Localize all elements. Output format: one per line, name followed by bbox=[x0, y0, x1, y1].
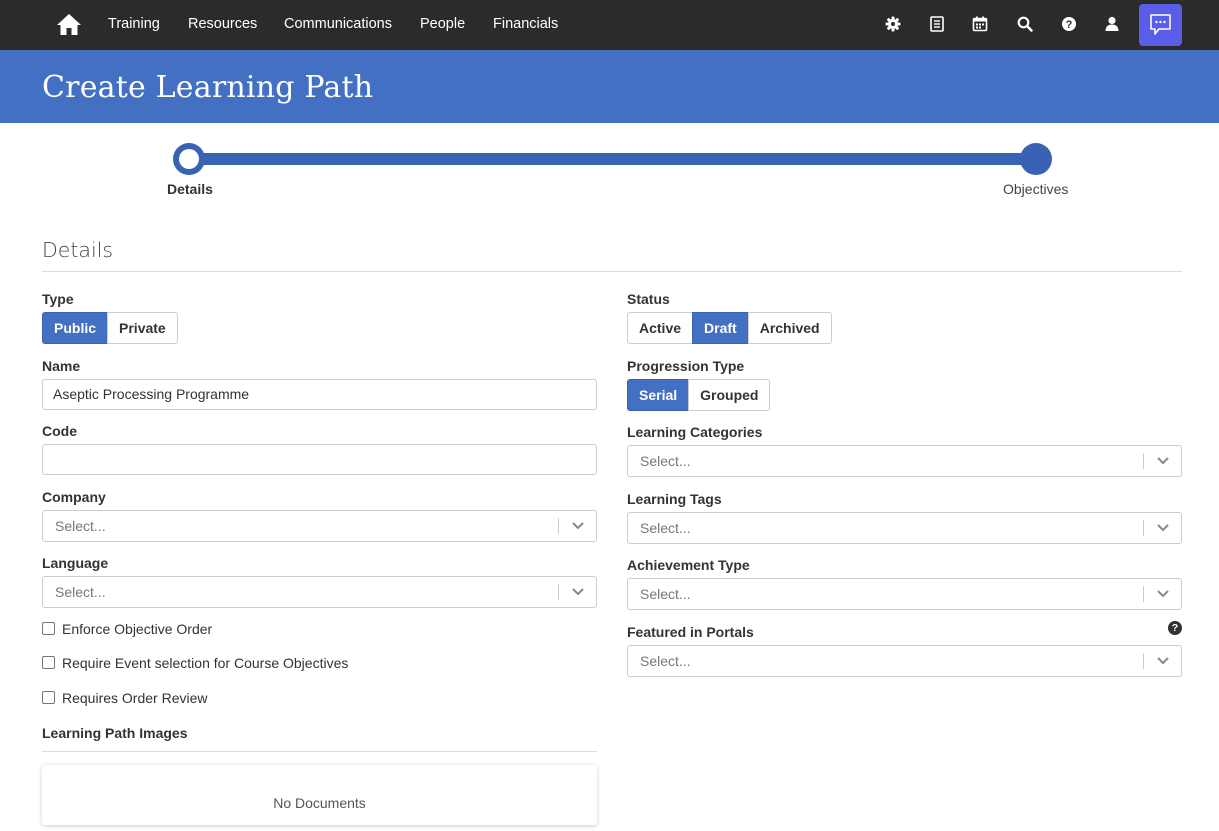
select-separator bbox=[558, 518, 559, 534]
images-label: Learning Path Images bbox=[42, 725, 188, 741]
checkbox-label: Requires Order Review bbox=[62, 690, 208, 706]
learning-categories-select[interactable]: Select... bbox=[627, 445, 1182, 477]
nav-training[interactable]: Training bbox=[108, 16, 160, 32]
achievement-type-select[interactable]: Select... bbox=[627, 578, 1182, 610]
nav-communications[interactable]: Communications bbox=[284, 16, 392, 32]
require-event-selection-checkbox[interactable]: Require Event selection for Course Objec… bbox=[42, 655, 362, 673]
learning-categories-label: Learning Categories bbox=[627, 424, 763, 440]
language-select-placeholder: Select... bbox=[55, 584, 106, 600]
select-separator bbox=[1143, 453, 1144, 469]
no-documents-text: No Documents bbox=[273, 795, 366, 811]
checkbox-box[interactable] bbox=[42, 691, 55, 704]
featured-in-portals-select[interactable]: Select... bbox=[627, 645, 1182, 677]
type-label: Type bbox=[42, 291, 74, 307]
featured-in-portals-label: Featured in Portals bbox=[627, 624, 754, 640]
select-separator bbox=[1143, 586, 1144, 602]
progression-type-label: Progression Type bbox=[627, 358, 745, 374]
section-divider bbox=[42, 271, 1182, 272]
learning-tags-label: Learning Tags bbox=[627, 491, 722, 507]
type-toggle: Public Private bbox=[42, 312, 178, 344]
learning-tags-placeholder: Select... bbox=[640, 520, 691, 536]
help-icon[interactable]: ? bbox=[1060, 15, 1078, 33]
images-divider bbox=[42, 751, 597, 752]
requires-order-review-checkbox[interactable]: Requires Order Review bbox=[42, 690, 262, 708]
company-select[interactable]: Select... bbox=[42, 510, 597, 542]
learning-categories-placeholder: Select... bbox=[640, 453, 691, 469]
name-label: Name bbox=[42, 358, 81, 374]
documents-panel: No Documents bbox=[42, 765, 597, 825]
question-circle-icon[interactable]: ? bbox=[1168, 621, 1182, 635]
chevron-down-icon bbox=[1157, 457, 1169, 465]
gear-icon[interactable] bbox=[884, 15, 902, 33]
type-private-button[interactable]: Private bbox=[107, 312, 178, 344]
page-title: Create Learning Path bbox=[42, 70, 374, 105]
list-icon[interactable] bbox=[928, 15, 946, 33]
progression-toggle: Serial Grouped bbox=[627, 379, 771, 411]
step-details-label[interactable]: Details bbox=[167, 181, 213, 197]
top-navbar: Training Resources Communications People… bbox=[0, 0, 1219, 50]
chevron-down-icon bbox=[1157, 657, 1169, 665]
chevron-down-icon bbox=[572, 588, 584, 596]
status-active-button[interactable]: Active bbox=[627, 312, 694, 344]
code-input[interactable] bbox=[42, 444, 597, 475]
type-public-button[interactable]: Public bbox=[42, 312, 109, 344]
featured-in-portals-placeholder: Select... bbox=[640, 653, 691, 669]
progression-serial-button[interactable]: Serial bbox=[627, 379, 690, 411]
status-label: Status bbox=[627, 291, 670, 307]
chevron-down-icon bbox=[572, 522, 584, 530]
step-objectives-marker[interactable] bbox=[1020, 143, 1052, 175]
learning-tags-select[interactable]: Select... bbox=[627, 512, 1182, 544]
language-label: Language bbox=[42, 555, 109, 571]
checkbox-label: Enforce Objective Order bbox=[62, 621, 213, 637]
chat-icon bbox=[1150, 14, 1171, 35]
chat-button[interactable] bbox=[1139, 4, 1182, 46]
select-separator bbox=[1143, 653, 1144, 669]
checkbox-label: Require Event selection for Course Objec… bbox=[62, 655, 349, 671]
chevron-down-icon bbox=[1157, 590, 1169, 598]
nav-financials[interactable]: Financials bbox=[493, 16, 558, 32]
nav-people[interactable]: People bbox=[420, 16, 465, 32]
chevron-down-icon bbox=[1157, 524, 1169, 532]
svg-text:?: ? bbox=[1066, 19, 1073, 31]
checkbox-box[interactable] bbox=[42, 622, 55, 635]
status-toggle: Active Draft Archived bbox=[627, 312, 832, 344]
company-select-placeholder: Select... bbox=[55, 518, 106, 534]
step-details-marker[interactable] bbox=[173, 143, 205, 175]
search-icon[interactable] bbox=[1016, 15, 1034, 33]
company-label: Company bbox=[42, 489, 106, 505]
home-icon[interactable] bbox=[56, 12, 82, 38]
enforce-objective-order-checkbox[interactable]: Enforce Objective Order bbox=[42, 621, 302, 639]
achievement-type-label: Achievement Type bbox=[627, 557, 750, 573]
status-draft-button[interactable]: Draft bbox=[692, 312, 749, 344]
section-title: Details bbox=[42, 238, 114, 262]
name-input[interactable]: Aseptic Processing Programme bbox=[42, 379, 597, 410]
select-separator bbox=[558, 584, 559, 600]
nav-resources[interactable]: Resources bbox=[188, 16, 257, 32]
checkbox-box[interactable] bbox=[42, 656, 55, 669]
select-separator bbox=[1143, 520, 1144, 536]
calendar-icon[interactable] bbox=[971, 15, 989, 33]
achievement-type-placeholder: Select... bbox=[640, 586, 691, 602]
user-icon[interactable] bbox=[1103, 15, 1121, 33]
language-select[interactable]: Select... bbox=[42, 576, 597, 608]
code-label: Code bbox=[42, 423, 77, 439]
status-archived-button[interactable]: Archived bbox=[747, 312, 832, 344]
stepper-track bbox=[189, 153, 1036, 165]
step-objectives-label[interactable]: Objectives bbox=[1003, 181, 1068, 197]
progression-grouped-button[interactable]: Grouped bbox=[688, 379, 771, 411]
